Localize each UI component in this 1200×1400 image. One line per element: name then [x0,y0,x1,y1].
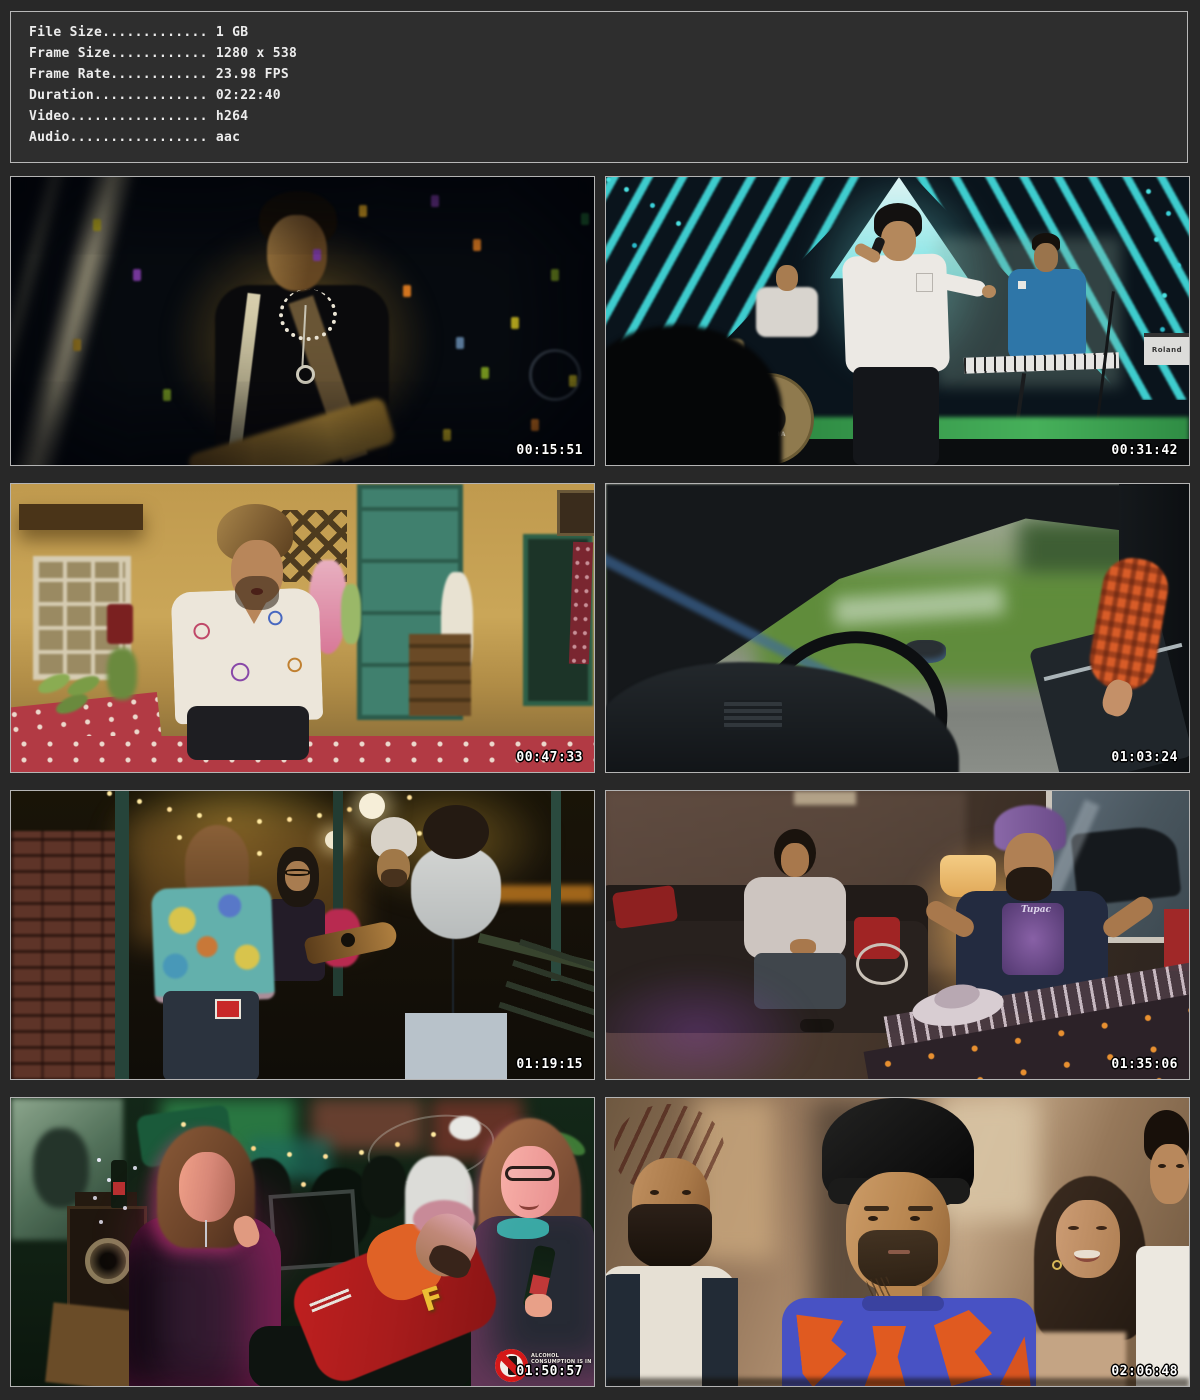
dark-vignette [11,177,594,465]
hanging-green-cloth [341,584,361,644]
maroon-wall-hanging [569,542,593,665]
man-mouth [251,588,263,595]
smiling-woman-smile [1074,1246,1100,1262]
keyboardist-face [1034,243,1058,272]
wooden-chair [409,634,471,716]
picture-frame [557,490,595,536]
turban-man-eyes [650,1190,659,1195]
hoop-earring [1052,1260,1062,1270]
young-man-eyes [1158,1164,1166,1168]
seated-man-face [781,843,809,877]
singer-hand [982,285,996,298]
timestamp: 01:50:57 [516,1364,583,1379]
thumbnail-led-stage: Roland YAMAHA 00:31:42 [605,176,1190,466]
white-beanie-person [449,1116,481,1140]
singer-pants [853,367,939,465]
singer-face [881,221,916,261]
singer-shirt [842,253,950,375]
drummer-face [776,265,798,291]
drummer-body [756,287,818,337]
smile [519,1198,539,1210]
beanie-man-eyes [868,1216,878,1221]
media-info-line: Frame Size............ 1280 x 538 [29,43,1187,64]
man-pants [187,706,309,760]
denim-man-hair [423,805,489,859]
smiling-woman-face [1056,1200,1120,1278]
string-lights [181,1122,186,1127]
thumbnail-courtyard-cot: 00:47:33 [10,483,595,773]
audience-silhouette [605,325,782,466]
woman-face [179,1152,235,1222]
media-info-line: Duration.............. 02:22:40 [29,85,1187,106]
media-info-line: Frame Rate............ 23.98 FPS [29,64,1187,85]
woman-paisley-top [151,885,275,1003]
fairy-lights [97,1158,101,1162]
tshirt-print-text: Tupac [1008,905,1064,915]
timestamp: 02:06:48 [1111,1364,1178,1379]
producer-beard [1006,867,1052,901]
pocket-square [1018,281,1026,289]
wall-sconce [794,791,856,805]
woman-jeans [163,991,259,1080]
thumbnail-concert-confetti: 00:15:51 [10,176,595,466]
sweater-collar [862,1296,944,1311]
air-vent [724,700,782,730]
denim-man-jeans [405,1013,507,1080]
roland-keyboard: Roland [1144,333,1190,365]
guitarist-face [285,861,310,891]
media-info-line: Audio................. aac [29,127,1187,148]
glasses [505,1166,555,1181]
hand-holding-bottle [525,1294,552,1317]
red-pocket-card [215,999,241,1019]
timestamp: 00:47:33 [516,750,583,765]
timestamp: 00:15:51 [516,443,583,458]
thumbnail-car-interior: 01:03:24 [605,483,1190,773]
media-info-line: Video................. h264 [29,106,1187,127]
media-info-line: File Size............. 1 GB [29,22,1187,43]
crowd-silhouette-3 [361,1156,407,1218]
timestamp: 01:03:24 [1111,750,1178,765]
media-info-sheet: File Size............. 1 GBFrame Size...… [0,0,1200,1400]
led-dots [606,177,611,182]
window-awning [19,504,143,530]
shirt-pocket [916,273,933,292]
teal-collar [497,1218,549,1239]
wall-heater [107,604,133,644]
turban-man-vest-right [702,1278,738,1387]
shrub [107,648,137,700]
timestamp: 00:31:42 [1111,443,1178,458]
beanie-man-lip [888,1250,910,1254]
green-post [115,791,129,1080]
guitarist-glasses [285,869,310,876]
thumbnail-night-street: 01:19:15 [10,790,595,1080]
bottom-shadow [606,1378,1189,1387]
timestamp: 01:19:15 [516,1057,583,1072]
beanie-man-brows [864,1206,889,1211]
thumbnail-recording-studio: Tupac 01:35:06 [605,790,1190,1080]
turban-man-vest-left [605,1274,640,1387]
smiling-woman-eyes [1068,1226,1079,1230]
necklace [205,1220,207,1247]
guitar-soundhole [341,933,355,947]
media-info-panel: File Size............. 1 GBFrame Size...… [10,11,1188,163]
red-rack [1164,909,1189,971]
timestamp: 01:35:06 [1111,1057,1178,1072]
wire-stool [856,943,908,985]
thumbnail-neon-party: F ALCOHOL CONSUMPTION IS IN 01:50:57 [10,1097,595,1387]
string-lights [107,791,112,796]
screenshot-grid: 00:15:51 Roland YAMAHA [10,176,1190,1387]
turban-man-beard [628,1204,712,1270]
thumbnail-beanie-man-group: 02:06:48 [605,1097,1190,1387]
young-man-face [1150,1144,1189,1204]
media-info-lines: File Size............. 1 GBFrame Size...… [29,22,1187,148]
brick-wall [11,831,121,1080]
globe-lamp [359,793,385,819]
gray-hood [411,847,501,939]
